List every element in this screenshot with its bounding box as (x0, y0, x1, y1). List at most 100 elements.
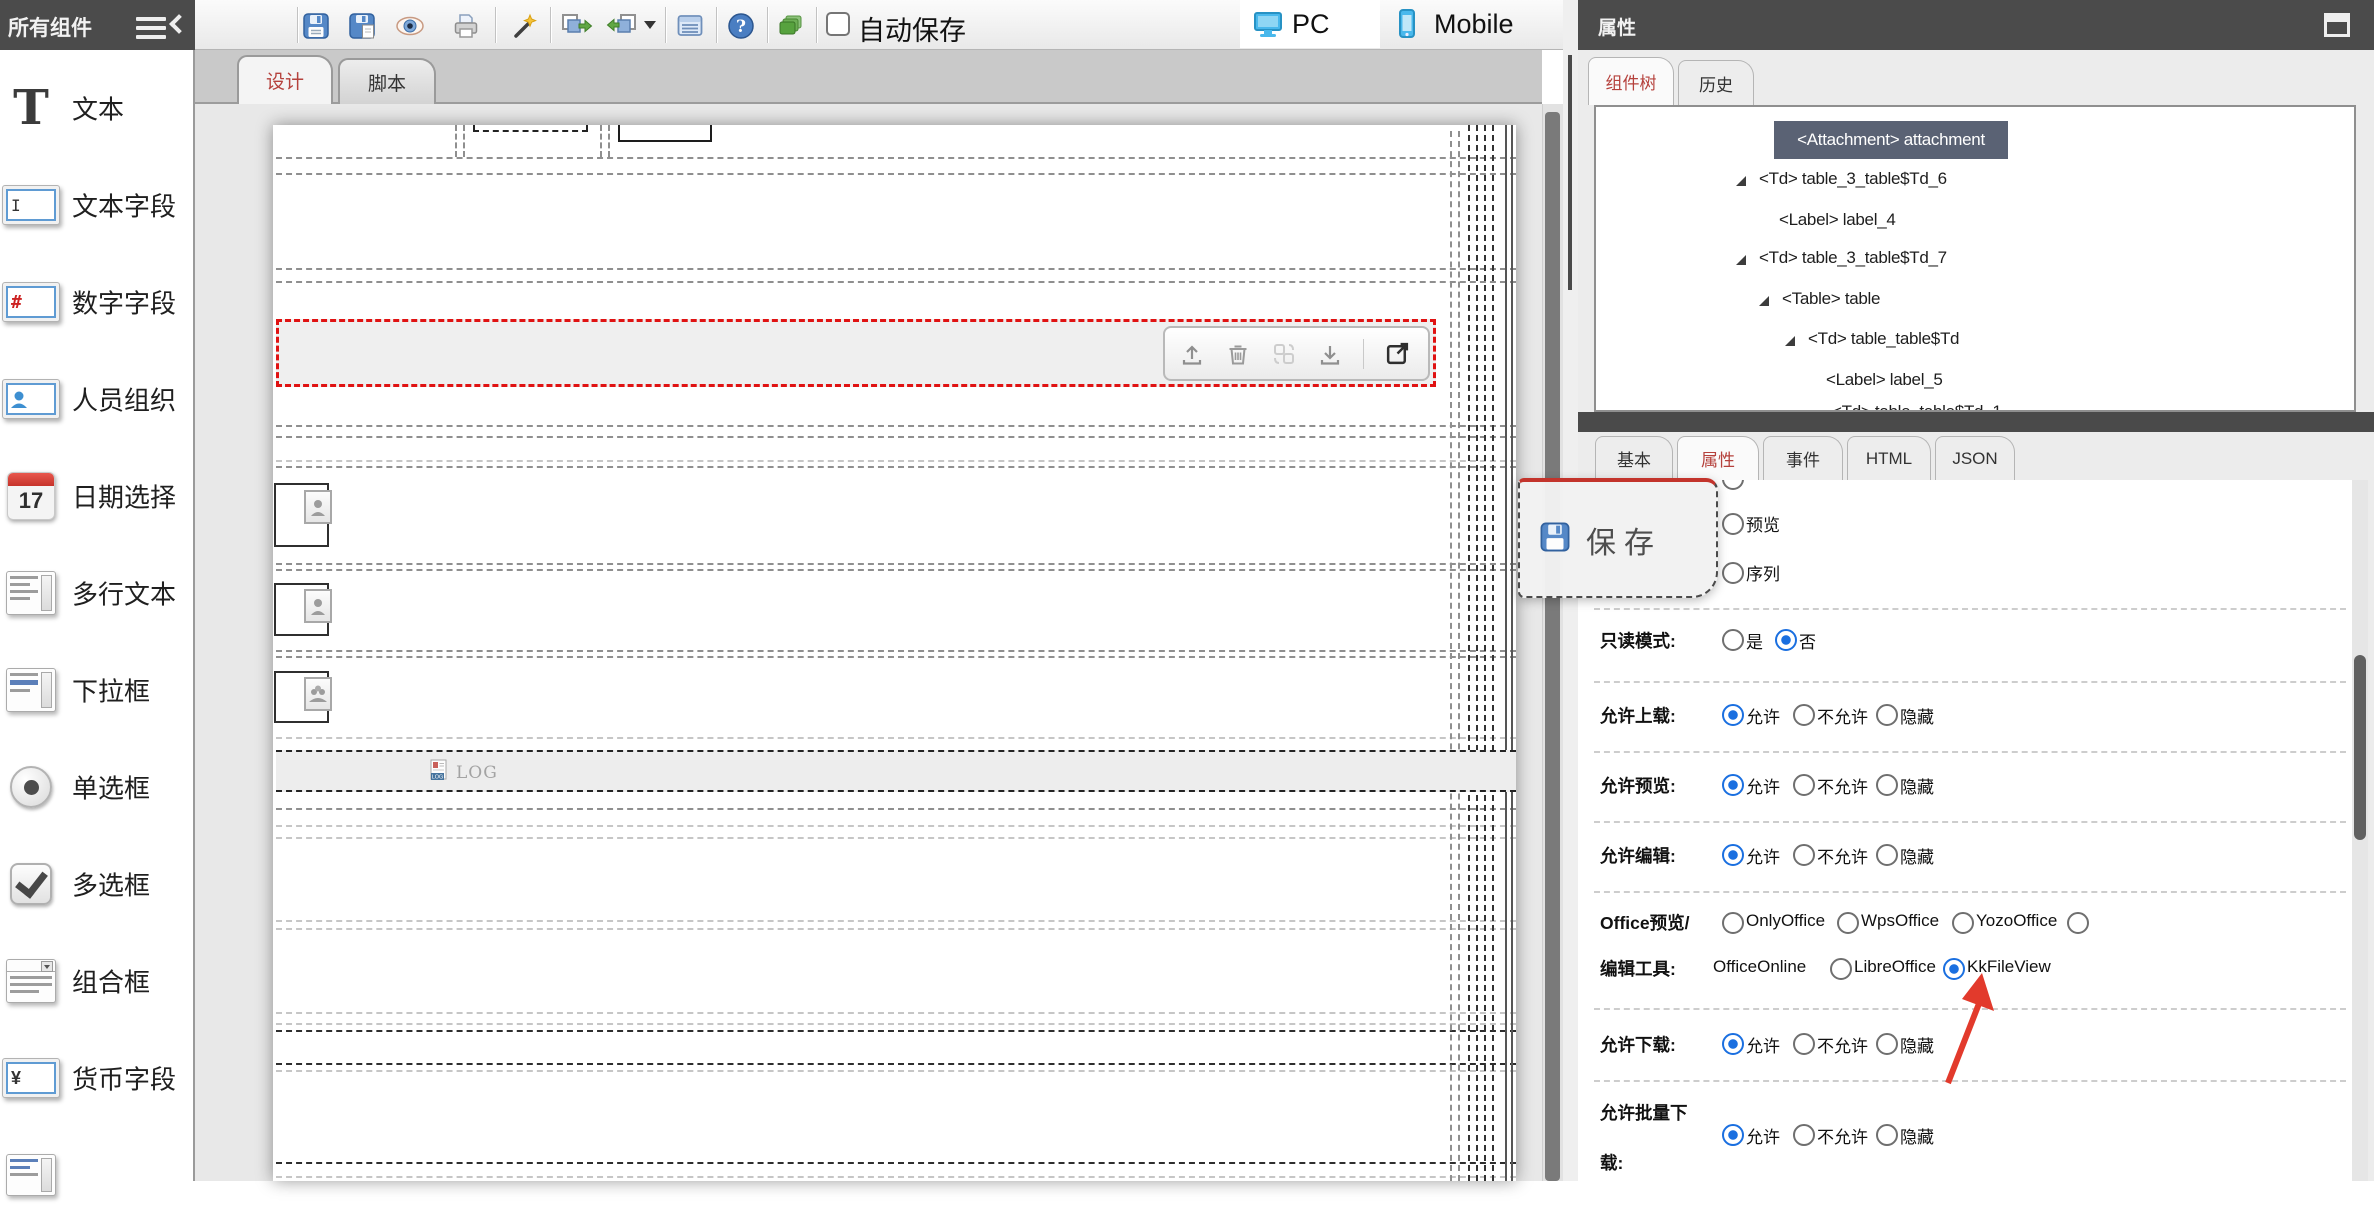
pc-view-button[interactable]: PC (1240, 0, 1380, 48)
menu-icon[interactable] (136, 12, 166, 44)
sidebar-item-person-org[interactable]: 人员组织 (0, 369, 195, 429)
tab-history[interactable]: 历史 (1678, 60, 1754, 105)
upload-icon[interactable] (1179, 341, 1205, 367)
sidebar-item-partial[interactable] (0, 1145, 195, 1205)
sidebar-item-date-picker[interactable]: 17 日期选择 (0, 466, 195, 526)
radio-serial-mode[interactable] (1722, 562, 1744, 584)
tree-node-clipped[interactable]: <Td> table_table$Td_1 (1832, 402, 2002, 412)
sidebar-item-text[interactable]: T 文本 (0, 78, 195, 138)
save-as-button[interactable] (344, 8, 380, 44)
tab-component-tree-label: 组件树 (1606, 69, 1657, 94)
tree-expander-icon[interactable] (1785, 336, 1795, 346)
tab-events[interactable]: 事件 (1763, 436, 1843, 480)
sidebar-item-number-field[interactable]: # 数字字段 (0, 272, 195, 332)
tree-node[interactable]: <Label> label_5 (1826, 370, 1943, 390)
group-picker[interactable] (274, 671, 329, 723)
radio-label: 允许 (1746, 703, 1780, 728)
radio-libreoffice[interactable] (1830, 958, 1852, 980)
tree-node[interactable]: <Td> table_table$Td (1808, 329, 1959, 349)
radio-upload-hide[interactable] (1876, 704, 1898, 726)
cell-border (276, 928, 1516, 930)
tree-expander-icon[interactable] (1736, 176, 1746, 186)
radio-onlyoffice[interactable] (1722, 912, 1744, 934)
number-field-icon: # (2, 272, 60, 332)
sidebar-item-currency[interactable]: ¥ 货币字段 (0, 1048, 195, 1108)
tab-design[interactable]: 设计 (237, 55, 333, 104)
radio-edit-deny[interactable] (1793, 844, 1815, 866)
tab-component-tree[interactable]: 组件树 (1588, 57, 1674, 105)
layers-button[interactable] (773, 8, 809, 44)
tree-node[interactable]: <Td> table_3_table$Td_7 (1759, 248, 1947, 268)
tab-attributes[interactable]: 属性 (1677, 436, 1759, 480)
radio-batch-hide[interactable] (1876, 1124, 1898, 1146)
properties-scrollbar-thumb[interactable] (2354, 655, 2366, 840)
data-table-button[interactable] (672, 8, 708, 44)
open-external-icon[interactable] (1384, 340, 1411, 367)
download-icon[interactable] (1317, 341, 1343, 367)
tree-node[interactable]: <Td> table_3_table$Td_6 (1759, 169, 1947, 189)
radio-download-hide[interactable] (1876, 1033, 1898, 1055)
radio-yozooffice[interactable] (1952, 912, 1974, 934)
splitter-handle[interactable] (1568, 55, 1572, 290)
sidebar-item-dropdown[interactable]: 下拉框 (0, 660, 195, 720)
collapse-sidebar-icon[interactable] (169, 14, 189, 34)
sidebar-item-radio[interactable]: 单选框 (0, 757, 195, 817)
radio-upload-deny[interactable] (1793, 704, 1815, 726)
radio-wpsoffice[interactable] (1837, 912, 1859, 934)
tab-html[interactable]: HTML (1847, 436, 1931, 480)
print-button[interactable] (448, 8, 484, 44)
sidebar-item-combo[interactable]: 组合框 (0, 951, 195, 1011)
person-icon[interactable] (304, 490, 332, 524)
tree-node[interactable]: <Table> table (1782, 289, 1880, 309)
tree-expander-icon[interactable] (1736, 255, 1746, 265)
radio-readonly-no-selected[interactable] (1775, 629, 1797, 651)
save-drag-ghost: 保存 (1518, 478, 1718, 598)
cell-border (1484, 125, 1486, 1181)
sidebar-item-checkbox[interactable]: 多选框 (0, 854, 195, 914)
canvas-scrollbar-thumb[interactable] (1545, 112, 1560, 1181)
toolbar-separator (665, 7, 666, 43)
radio-edit-hide[interactable] (1876, 844, 1898, 866)
radio-preview-hide[interactable] (1876, 774, 1898, 796)
radio-download-deny[interactable] (1793, 1033, 1815, 1055)
group-icon[interactable] (304, 677, 332, 711)
radio-preview-deny[interactable] (1793, 774, 1815, 796)
radio-upload-allow-selected[interactable] (1722, 704, 1744, 726)
tree-node-attachment-selected[interactable]: <Attachment> attachment (1774, 121, 2008, 159)
person-picker-2[interactable] (274, 583, 329, 636)
save-button[interactable] (298, 8, 334, 44)
radio-clipped-option[interactable] (1722, 480, 1744, 490)
sidebar-item-text-field[interactable]: I 文本字段 (0, 175, 195, 235)
tab-basic[interactable]: 基本 (1595, 436, 1673, 480)
mobile-view-button[interactable]: Mobile (1380, 0, 1532, 48)
person-org-icon (2, 369, 60, 429)
clipped-field[interactable] (473, 125, 588, 132)
radio-batch-allow-selected[interactable] (1722, 1124, 1744, 1146)
tab-json[interactable]: JSON (1935, 436, 2015, 480)
log-component[interactable]: LOG LOG (276, 750, 1516, 792)
import-dropdown-caret[interactable] (644, 21, 656, 29)
person-picker-1[interactable] (274, 483, 329, 547)
radio-preview-allow-selected[interactable] (1722, 774, 1744, 796)
delete-icon[interactable] (1225, 341, 1251, 367)
radio-readonly-yes[interactable] (1722, 629, 1744, 651)
autosave-checkbox[interactable] (826, 12, 850, 36)
clipped-button[interactable] (618, 125, 712, 142)
radio-edit-allow-selected[interactable] (1722, 844, 1744, 866)
window-icon[interactable] (2324, 13, 2350, 37)
person-icon[interactable] (304, 589, 332, 623)
sidebar-item-textarea[interactable]: 多行文本 (0, 563, 195, 623)
radio-preview-mode[interactable] (1722, 513, 1744, 535)
wizard-button[interactable] (506, 8, 542, 44)
radio-batch-deny[interactable] (1793, 1124, 1815, 1146)
export-button[interactable] (556, 8, 596, 44)
panel-divider[interactable] (1578, 412, 2374, 432)
tree-expander-icon[interactable] (1759, 296, 1769, 306)
radio-officeonline[interactable] (2067, 912, 2089, 934)
tab-script[interactable]: 脚本 (338, 58, 436, 104)
preview-button[interactable] (392, 8, 428, 44)
import-button[interactable] (602, 8, 642, 44)
radio-download-allow-selected[interactable] (1722, 1033, 1744, 1055)
tree-node[interactable]: <Label> label_4 (1779, 210, 1896, 230)
help-button[interactable]: ? (723, 8, 759, 44)
